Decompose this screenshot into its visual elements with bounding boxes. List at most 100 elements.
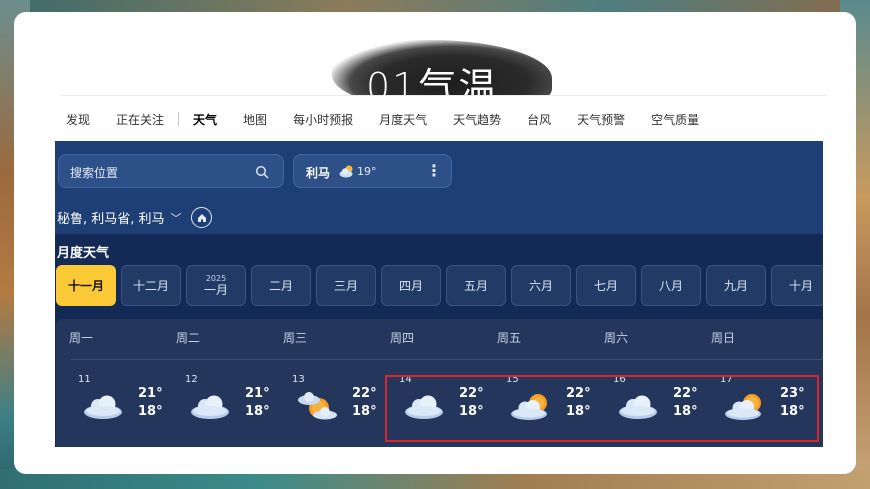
nav-item-monthly[interactable]: 月度天气: [379, 111, 427, 128]
day-high: 22°: [566, 386, 591, 401]
weekday-label: 周四: [390, 331, 415, 345]
tab-month-dec[interactable]: 十二月: [121, 265, 181, 306]
slide-title-banner: 01气温: [332, 40, 552, 96]
breadcrumb-text: 秘鲁, 利马省, 利马: [57, 212, 165, 227]
tab-month-nov[interactable]: 十一月: [56, 265, 116, 306]
month-tabs: 十一月 十二月 2025 一月 二月 三月 四月 五月 六月 七月 八月 九月 …: [56, 265, 823, 306]
partly-sunny-icon: [511, 394, 547, 420]
month-label: 七月: [593, 278, 618, 293]
partly-sunny-icon: [725, 394, 761, 420]
search-input[interactable]: 搜索位置: [58, 154, 284, 188]
location-name: 利马: [306, 166, 331, 180]
tab-month-mar[interactable]: 三月: [316, 265, 376, 306]
day-number: 14: [399, 374, 412, 385]
month-label: 三月: [333, 278, 358, 293]
tab-month-jun[interactable]: 六月: [511, 265, 571, 306]
cloudy-icon: [191, 395, 229, 419]
home-icon: [197, 213, 206, 222]
weekday-label: 周五: [497, 331, 522, 345]
cloudy-icon: [619, 395, 657, 419]
day-number: 11: [78, 374, 91, 385]
cloudy-icon: [405, 395, 443, 419]
day-low: 18°: [138, 404, 163, 419]
nav-item-alerts[interactable]: 天气预警: [577, 111, 625, 128]
weekday-label: 周六: [604, 331, 629, 345]
weekday-header: 周一 周二 周三 周四 周五 周六 周日: [56, 319, 823, 359]
nav-item-following[interactable]: 正在关注: [116, 111, 164, 128]
more-options-icon[interactable]: ⋮: [426, 161, 442, 180]
day-cell[interactable]: 12 21° 18°: [163, 374, 270, 438]
month-label: 八月: [658, 278, 683, 293]
day-low: 18°: [673, 404, 698, 419]
weekday-label: 周一: [69, 331, 94, 345]
day-number: 17: [720, 374, 733, 385]
day-low: 18°: [352, 404, 377, 419]
month-label: 一月: [203, 283, 228, 297]
nav-item-map[interactable]: 地图: [243, 111, 267, 128]
location-breadcrumb[interactable]: 秘鲁, 利马省, 利马 ﹀: [57, 208, 182, 228]
partly-cloudy-icon: [339, 165, 353, 178]
day-number: 15: [506, 374, 519, 385]
home-button[interactable]: [191, 207, 212, 228]
nav-item-discover[interactable]: 发现: [66, 111, 90, 128]
title-divider: [60, 95, 826, 96]
day-high: 22°: [352, 386, 377, 401]
current-location-chip[interactable]: 利马 19° ⋮: [293, 154, 452, 188]
weather-app-panel: 搜索位置 利马 19° ⋮ 秘鲁, 利马省, 利马 ﹀ 月度天气 十一月 十二月…: [55, 141, 823, 447]
month-label: 六月: [528, 278, 553, 293]
tab-month-feb[interactable]: 二月: [251, 265, 311, 306]
month-label: 十月: [788, 278, 813, 293]
day-low: 18°: [566, 404, 591, 419]
day-high: 23°: [780, 386, 805, 401]
month-label: 十二月: [132, 278, 169, 293]
cloudy-icon: [84, 395, 122, 419]
month-label: 九月: [723, 278, 748, 293]
nav-item-trends[interactable]: 天气趋势: [453, 111, 501, 128]
nav-separator: [178, 112, 180, 126]
tab-month-jul[interactable]: 七月: [576, 265, 636, 306]
nav-item-typhoon[interactable]: 台风: [527, 111, 551, 128]
tab-month-apr[interactable]: 四月: [381, 265, 441, 306]
section-title: 月度天气: [57, 246, 110, 261]
day-cell[interactable]: 17 23° 18°: [698, 374, 805, 438]
tab-month-oct[interactable]: 十月: [771, 265, 823, 306]
month-label: 十一月: [67, 278, 104, 293]
monthly-weather-section: 月度天气 十一月 十二月 2025 一月 二月 三月 四月 五月 六月 七月 八…: [55, 234, 823, 447]
nav-item-hourly[interactable]: 每小时预报: [293, 111, 353, 128]
nav-item-air-quality[interactable]: 空气质量: [651, 111, 699, 128]
day-number: 13: [292, 374, 305, 385]
day-cell[interactable]: 15 22° 18°: [484, 374, 591, 438]
weekday-label: 周二: [176, 331, 201, 345]
day-cell[interactable]: 13 22° 18°: [270, 374, 377, 438]
week-row: 11 21° 18° 12 21° 18° 13 22° 18° 14 22° …: [56, 374, 805, 438]
day-low: 18°: [459, 404, 484, 419]
chevron-down-icon: ﹀: [170, 211, 182, 225]
tab-month-jan[interactable]: 2025 一月: [186, 265, 246, 306]
month-label: 二月: [268, 278, 293, 293]
day-cell[interactable]: 16 22° 18°: [591, 374, 698, 438]
day-cell[interactable]: 14 22° 18°: [377, 374, 484, 438]
day-number: 12: [185, 374, 198, 385]
top-nav: 发现 正在关注 天气 地图 每小时预报 月度天气 天气趋势 台风 天气预警 空气…: [66, 110, 725, 128]
year-label: 2025: [205, 274, 227, 283]
weekday-label: 周三: [283, 331, 308, 345]
day-number: 16: [613, 374, 626, 385]
search-icon[interactable]: [255, 165, 269, 179]
slide-title: 01气温: [366, 65, 499, 96]
day-high: 22°: [459, 386, 484, 401]
location-temp: 19°: [357, 165, 377, 178]
nav-item-weather[interactable]: 天气: [193, 111, 217, 128]
day-high: 21°: [245, 386, 270, 401]
header-divider: [71, 359, 823, 360]
day-low: 18°: [245, 404, 270, 419]
tab-month-sep[interactable]: 九月: [706, 265, 766, 306]
day-high: 21°: [138, 386, 163, 401]
day-cell[interactable]: 11 21° 18°: [56, 374, 163, 438]
day-high: 22°: [673, 386, 698, 401]
tab-month-aug[interactable]: 八月: [641, 265, 701, 306]
tab-month-may[interactable]: 五月: [446, 265, 506, 306]
partly-sunny-icon: [298, 392, 337, 420]
calendar-grid: 周一 周二 周三 周四 周五 周六 周日 11 21° 18° 12 21° 1…: [56, 319, 823, 447]
day-low: 18°: [780, 404, 805, 419]
month-label: 五月: [463, 278, 488, 293]
